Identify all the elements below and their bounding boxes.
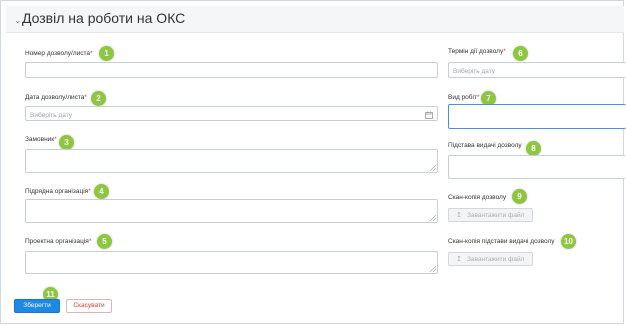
validity-label: Термін дії дозволу* (448, 48, 506, 55)
calendar-icon[interactable] (425, 111, 433, 119)
cancel-button[interactable]: Скасувати (66, 299, 112, 313)
basis-label: Підстава видачі дозволу (448, 142, 522, 149)
scan-permit-label: Скан-копія дозволу (448, 194, 507, 201)
permit-date-input[interactable]: Виберіть дату (25, 106, 438, 121)
callout-badge: 10 (561, 234, 576, 249)
callout-badge: 1 (99, 46, 114, 61)
upload-scan-basis-button[interactable]: ↥ Завантажити файл (448, 252, 533, 266)
design-org-label: Проектна організація* (25, 238, 92, 245)
customer-textarea[interactable] (25, 149, 438, 173)
validity-date-placeholder: Виберіть дату (453, 68, 496, 75)
basis-textarea[interactable] (448, 155, 626, 179)
resize-handle-icon[interactable] (430, 165, 436, 171)
permit-number-label: Номер дозволу/листа* (25, 50, 93, 57)
section-header[interactable]: ⌄ Дозвіл на роботи на ОКС (6, 6, 624, 33)
contractor-label: Підрядна організація* (25, 188, 91, 195)
callout-badge: 9 (512, 189, 527, 204)
callout-badge: 5 (97, 234, 112, 249)
upload-icon: ↥ (456, 212, 462, 219)
validity-date-input[interactable]: Виберіть дату (448, 62, 626, 78)
chevron-down-icon[interactable]: ⌄ (14, 15, 22, 26)
resize-handle-icon[interactable] (430, 215, 436, 221)
scan-basis-label: Скан-копія підстави видачі дозволу (448, 238, 555, 245)
upload-icon: ↥ (456, 256, 462, 263)
callout-badge: 8 (526, 141, 541, 156)
work-type-input[interactable] (448, 104, 626, 129)
work-type-label: Вид робіт* (448, 94, 480, 101)
callout-badge: 3 (59, 135, 74, 150)
upload-scan-permit-button[interactable]: ↥ Завантажити файл (448, 208, 533, 222)
customer-label: Замовник* (25, 136, 57, 143)
design-org-textarea[interactable] (25, 251, 438, 274)
callout-badge: 2 (91, 91, 106, 106)
save-button[interactable]: Зберегти (14, 299, 60, 313)
section-title: Дозвіл на роботи на ОКС (22, 10, 186, 26)
permit-date-label: Дата дозволу/листа* (25, 94, 87, 101)
permit-date-placeholder: Виберіть дату (30, 112, 73, 119)
contractor-textarea[interactable] (25, 199, 438, 223)
resize-handle-icon[interactable] (430, 266, 436, 272)
permit-number-input[interactable] (25, 62, 438, 78)
callout-badge: 6 (513, 46, 528, 61)
callout-badge: 4 (94, 184, 109, 199)
